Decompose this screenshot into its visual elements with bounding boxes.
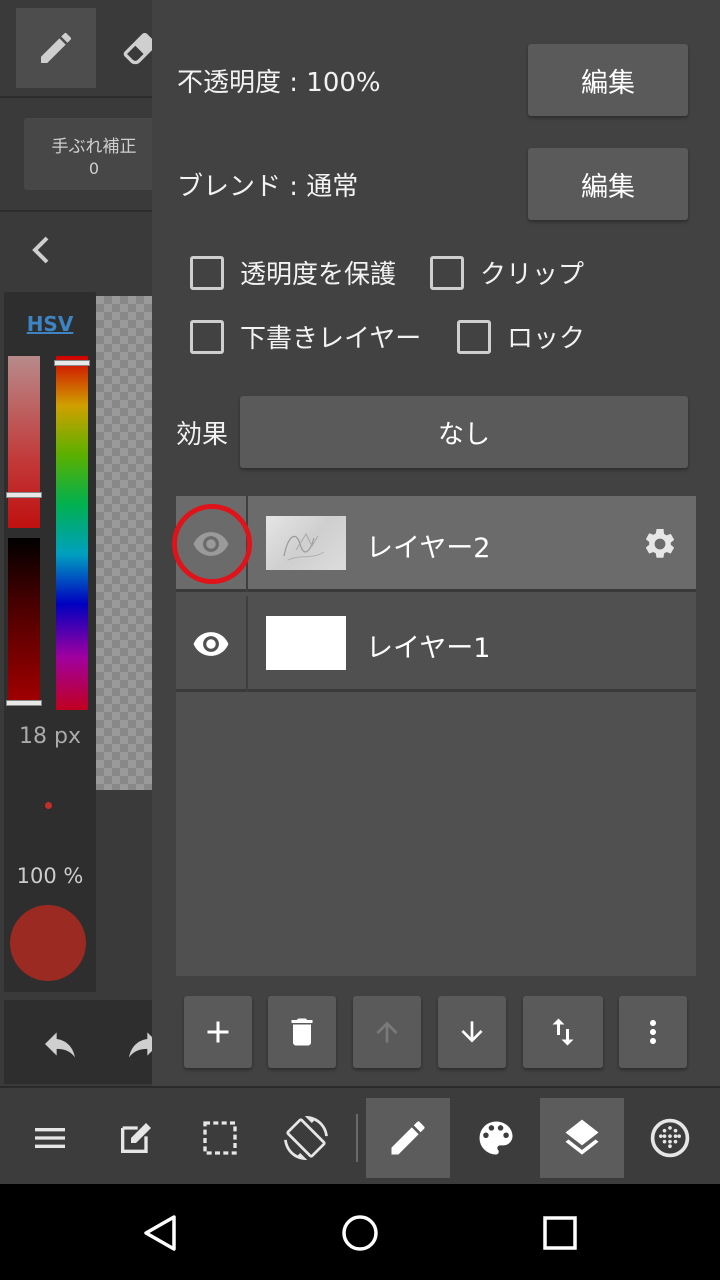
checkbox-label: 透明度を保護 [240, 260, 397, 290]
undo-icon [45, 1032, 75, 1058]
arrow-up-icon [376, 1021, 398, 1043]
swap-vertical-icon [552, 1018, 574, 1046]
visibility-toggle[interactable] [176, 596, 248, 692]
color-mode-link[interactable]: HSV [4, 312, 96, 336]
home-nav-button[interactable] [335, 1208, 385, 1258]
layer-settings-button[interactable] [642, 526, 678, 566]
back-triangle-icon [144, 1215, 176, 1251]
add-layer-button[interactable] [184, 996, 252, 1068]
layer-row-2[interactable]: レイヤー2 [172, 496, 696, 592]
checkbox-box[interactable] [457, 319, 491, 354]
layer-thumbnail [266, 516, 346, 570]
edit-box-icon [121, 1123, 151, 1153]
stabilizer-box[interactable]: 手ぶれ補正 0 [24, 118, 164, 190]
layer-thumbnail [266, 616, 346, 670]
more-options-button[interactable] [619, 996, 687, 1068]
eye-icon [193, 632, 229, 656]
move-layer-down-button[interactable] [438, 996, 506, 1068]
recents-square-icon [543, 1216, 577, 1250]
brush-size-label[interactable]: 18 px [4, 724, 96, 749]
hue-slider[interactable] [56, 356, 88, 710]
home-circle-icon [342, 1215, 378, 1251]
layer-panel: 不透明度 : 100% 編集 ブレンド : 通常 編集 透明度を保護 クリップ … [152, 0, 720, 1086]
plus-icon [207, 1021, 229, 1043]
lock-checkbox[interactable]: ロック [457, 318, 585, 355]
recents-nav-button[interactable] [535, 1208, 585, 1258]
saturation-slider[interactable] [8, 356, 40, 528]
arrow-down-icon [461, 1021, 483, 1043]
menu-icon [35, 1128, 65, 1148]
checkbox-box[interactable] [190, 255, 224, 290]
system-navigation-bar [0, 1184, 720, 1280]
rotate-screen-icon [284, 1116, 328, 1160]
back-nav-button[interactable] [135, 1208, 185, 1258]
layer-list: レイヤー2 レイヤー1 [172, 496, 696, 976]
brush-icon [391, 1121, 425, 1155]
brush-size-preview [45, 802, 52, 809]
layer-name: レイヤー2 [366, 533, 491, 564]
undo-redo-bar [4, 1000, 159, 1084]
more-vertical-icon [650, 1020, 656, 1044]
palette-icon [479, 1121, 513, 1155]
menu-button[interactable] [8, 1098, 92, 1178]
blend-label: ブレンド : 通常 [177, 172, 359, 202]
hue-handle[interactable] [54, 360, 90, 366]
clipping-checkbox[interactable]: クリップ [430, 254, 584, 291]
layers-tab[interactable] [540, 1098, 624, 1178]
edit-button[interactable] [94, 1098, 178, 1178]
toolbar-divider [356, 1114, 358, 1162]
stabilizer-value: 0 [88, 159, 100, 178]
checkbox-label: 下書きレイヤー [240, 324, 422, 354]
rotate-canvas-button[interactable] [264, 1098, 348, 1178]
checkbox-label: ロック [507, 324, 586, 354]
delete-layer-button[interactable] [268, 996, 336, 1068]
brush-opacity-label[interactable]: 100 % [4, 864, 96, 888]
blend-edit-button[interactable]: 編集 [528, 148, 688, 220]
saturation-handle[interactable] [6, 492, 42, 498]
canvas-preview[interactable] [96, 296, 152, 790]
swap-layer-button[interactable] [523, 996, 603, 1068]
opacity-edit-button[interactable]: 編集 [528, 44, 688, 116]
checkbox-label: クリップ [480, 260, 585, 290]
layer-row-1[interactable]: レイヤー1 [176, 596, 696, 692]
draft-layer-checkbox[interactable]: 下書きレイヤー [190, 318, 421, 355]
collapse-button[interactable] [26, 232, 56, 268]
pen-tool-tab[interactable] [16, 8, 96, 88]
layer-name: レイヤー1 [366, 633, 491, 664]
stabilizer-label: 手ぶれ補正 [51, 137, 137, 157]
bottom-toolbar [0, 1086, 720, 1184]
divider [0, 210, 152, 212]
brush-tab[interactable] [366, 1098, 450, 1178]
selection-icon [203, 1121, 237, 1155]
move-layer-up-button[interactable] [353, 996, 421, 1068]
opacity-label: 不透明度 : 100% [177, 68, 381, 98]
effect-label: 効果 [176, 420, 229, 450]
color-panel: HSV 18 px 100 % [4, 292, 96, 992]
value-slider[interactable] [8, 538, 40, 706]
pencil-icon [41, 32, 72, 63]
divider [0, 96, 152, 98]
checkbox-box[interactable] [430, 255, 464, 290]
undo-button[interactable] [40, 1024, 80, 1068]
layers-icon [565, 1119, 599, 1155]
color-tab[interactable] [454, 1098, 538, 1178]
protect-alpha-checkbox[interactable]: 透明度を保護 [190, 254, 396, 291]
current-color-swatch[interactable] [10, 905, 86, 981]
chevron-left-icon [32, 236, 49, 264]
checkbox-box[interactable] [190, 319, 224, 354]
trash-icon [291, 1018, 313, 1046]
gear-icon [645, 528, 675, 558]
visibility-toggle[interactable] [176, 496, 248, 592]
sketch-thumbnail-image [283, 532, 325, 561]
effect-button[interactable]: なし [240, 396, 688, 468]
eye-icon [193, 532, 229, 556]
materials-icon [650, 1118, 690, 1158]
value-handle[interactable] [6, 700, 42, 706]
selection-button[interactable] [178, 1098, 262, 1178]
materials-tab[interactable] [628, 1098, 712, 1178]
